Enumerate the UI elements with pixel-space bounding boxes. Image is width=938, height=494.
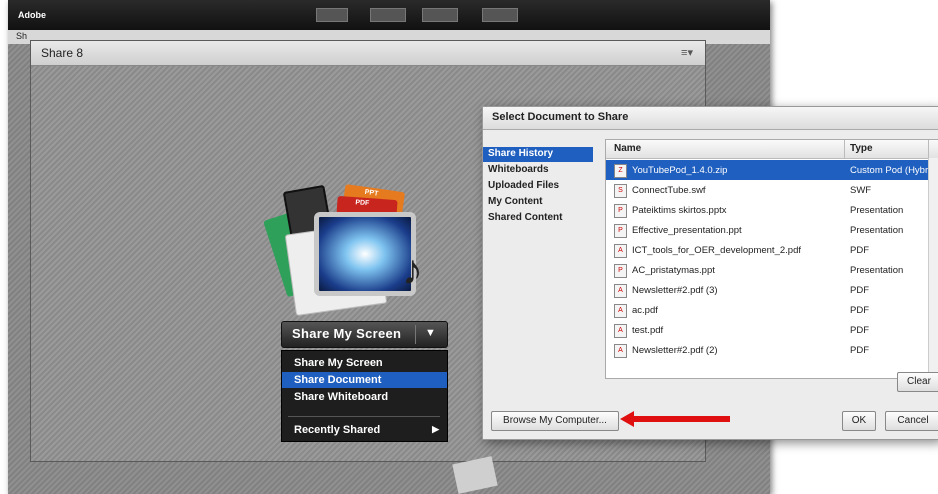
toolbar-icon-2[interactable] — [370, 8, 406, 22]
file-name: ac.pdf — [632, 305, 658, 316]
file-type: Presentation — [850, 225, 904, 236]
file-type: Presentation — [850, 265, 904, 276]
zip-icon: Z — [614, 164, 627, 178]
dialog-title: Select Document to Share — [492, 111, 629, 123]
file-row[interactable]: Atest.pdf PDF — [606, 320, 928, 340]
file-list-header: Name Type — [606, 140, 938, 159]
file-row[interactable]: A Newsletter#2.pdf (2) PDF — [606, 340, 928, 360]
column-type[interactable]: Type — [850, 143, 873, 154]
column-name[interactable]: Name — [614, 143, 641, 154]
menu-item-share-document[interactable]: Share Document — [282, 372, 447, 388]
file-name: Newsletter#2.pdf (3) — [632, 285, 718, 296]
menu-item-share-whiteboard[interactable]: Share Whiteboard — [282, 389, 447, 405]
ppt-icon: P — [614, 204, 627, 218]
sidebar-item-whiteboards[interactable]: Whiteboards — [483, 163, 593, 178]
file-name: Pateiktims skirtos.pptx — [632, 205, 727, 216]
pod-menu-icon[interactable]: ≡▾ — [681, 46, 693, 59]
file-row[interactable]: Z YouTubePod_1.4.0.zip Custom Pod (Hybr — [606, 160, 928, 180]
pdf-icon: A — [614, 304, 627, 318]
red-arrow-shape — [620, 411, 730, 427]
clear-button[interactable]: Clear — [897, 372, 938, 392]
dropdown-arrow-icon[interactable]: ▼ — [425, 327, 436, 339]
file-name: YouTubePod_1.4.0.zip — [632, 165, 728, 176]
list-scrollbar[interactable] — [928, 158, 938, 378]
red-arrow-annotation — [620, 411, 730, 427]
ppt-icon: P — [614, 224, 627, 238]
sidebar-item-uploaded-files[interactable]: Uploaded Files — [483, 179, 593, 194]
file-row[interactable]: A Newsletter#2.pdf (3) PDF — [606, 280, 928, 300]
file-row[interactable]: A ICT_tools_for_OER_development_2.pdf PDF — [606, 240, 928, 260]
file-row[interactable]: P AC_pristatymas.ppt Presentation — [606, 260, 928, 280]
file-type: Custom Pod (Hybr — [850, 165, 928, 176]
file-name: AC_pristatymas.ppt — [632, 265, 715, 276]
file-name: ICT_tools_for_OER_development_2.pdf — [632, 245, 801, 256]
file-name: Effective_presentation.ppt — [632, 225, 742, 236]
ok-button[interactable]: OK — [842, 411, 876, 431]
sidebar-item-shared-content[interactable]: Shared Content — [483, 211, 593, 226]
pdf-icon: A — [614, 284, 627, 298]
file-row[interactable]: P Effective_presentation.ppt Presentation — [606, 220, 928, 240]
file-name: Newsletter#2.pdf (2) — [632, 345, 718, 356]
file-type: Presentation — [850, 205, 904, 216]
pod-title-bar: Share 8 ≡▾ — [31, 41, 705, 66]
cancel-button[interactable]: Cancel — [885, 411, 938, 431]
browse-my-computer-button[interactable]: Browse My Computer... — [491, 411, 619, 431]
monitor-screen — [314, 212, 416, 296]
file-row[interactable]: Aac.pdf PDF — [606, 300, 928, 320]
top-toolbar: Adobe — [8, 0, 770, 30]
sidebar-item-my-content[interactable]: My Content — [483, 195, 593, 210]
select-document-dialog: Select Document to Share Share History W… — [482, 106, 938, 440]
layout-label: Sh — [16, 31, 28, 41]
file-row[interactable]: P Pateiktims skirtos.pptx Presentation — [606, 200, 928, 220]
swf-icon: S — [614, 184, 627, 198]
file-type: SWF — [850, 185, 872, 196]
file-name: ConnectTube.swf — [632, 185, 706, 196]
file-type: PDF — [850, 325, 869, 336]
music-note-icon: ♪ — [402, 246, 423, 293]
file-type: PDF — [850, 345, 869, 356]
share-illustration: PPT PDF — [263, 170, 450, 320]
toolbar-icon-3[interactable] — [422, 8, 458, 22]
file-type: PDF — [850, 285, 869, 296]
sidebar-item-share-history[interactable]: Share History — [483, 147, 593, 162]
adobe-logo: Adobe — [18, 10, 46, 20]
toolbar-icon-1[interactable] — [316, 8, 348, 22]
share-my-screen-button[interactable]: Share My Screen ▼ — [281, 321, 448, 348]
pdf-icon: A — [614, 324, 627, 338]
submenu-arrow-icon: ▶ — [432, 424, 439, 434]
menu-item-share-my-screen[interactable]: Share My Screen — [282, 355, 447, 371]
pdf-icon: A — [614, 244, 627, 258]
share-dropdown-menu: Share My Screen Share Document Share Whi… — [281, 350, 448, 442]
toolbar-icon-4[interactable] — [482, 8, 518, 22]
ppt-icon: P — [614, 264, 627, 278]
dialog-title-bar: Select Document to Share — [483, 107, 938, 130]
file-type: PDF — [850, 305, 869, 316]
file-row[interactable]: S ConnectTube.swf SWF — [606, 180, 928, 200]
pdf-icon: A — [614, 344, 627, 358]
menu-item-recently-shared[interactable]: Recently Shared ▶ — [282, 422, 447, 438]
pod-title: Share 8 — [41, 46, 84, 60]
file-type: PDF — [850, 245, 869, 256]
file-list: Name Type Z YouTubePod_1.4.0.zip Custom Po… — [605, 139, 938, 379]
menu-divider — [288, 416, 440, 417]
file-name: test.pdf — [632, 325, 664, 336]
